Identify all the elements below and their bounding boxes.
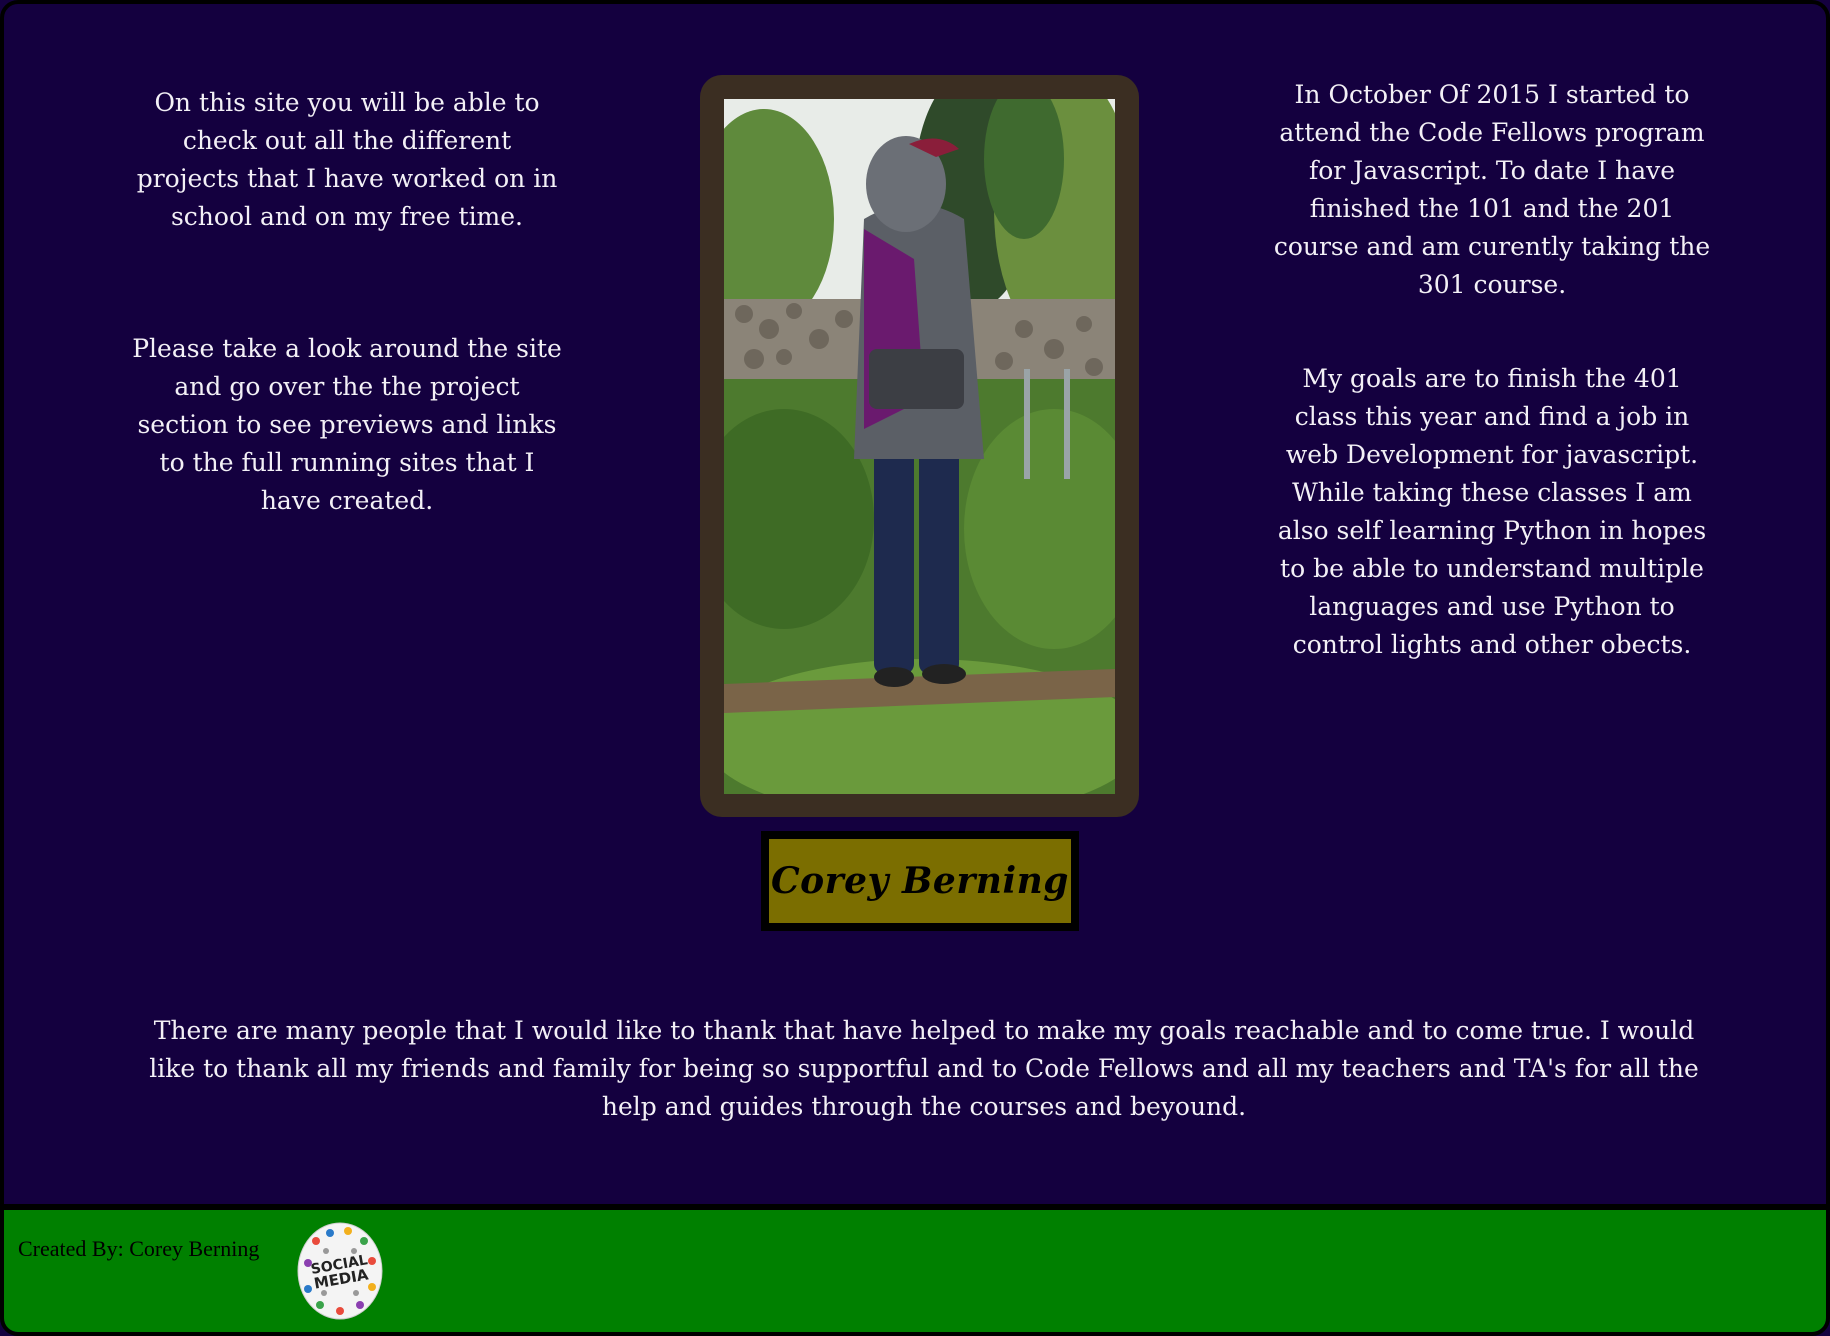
- social-media-icon[interactable]: SOCIAL MEDIA: [296, 1221, 384, 1321]
- footer-credit: Created By: Corey Berning: [18, 1236, 260, 1261]
- thanks-paragraph: There are many people that I would like …: [149, 1016, 1699, 1121]
- about-paragraph-2: My goals are to finish the 401 class thi…: [1277, 364, 1707, 659]
- profile-name: Corey Berning: [771, 860, 1069, 902]
- about-paragraph-1: In October Of 2015 I started to attend t…: [1273, 80, 1711, 299]
- intro-paragraph-1: On this site you will be able to check o…: [136, 88, 558, 231]
- footer: Created By: Corey Berning SOCIAL MEDIA: [4, 1204, 1826, 1332]
- profile-photo: [724, 99, 1115, 794]
- profile-photo-frame: [700, 75, 1139, 817]
- intro-paragraph-2: Please take a look around the site and g…: [132, 334, 562, 515]
- name-plate: Corey Berning: [761, 831, 1079, 931]
- page-frame: On this site you will be able to check o…: [0, 0, 1830, 1336]
